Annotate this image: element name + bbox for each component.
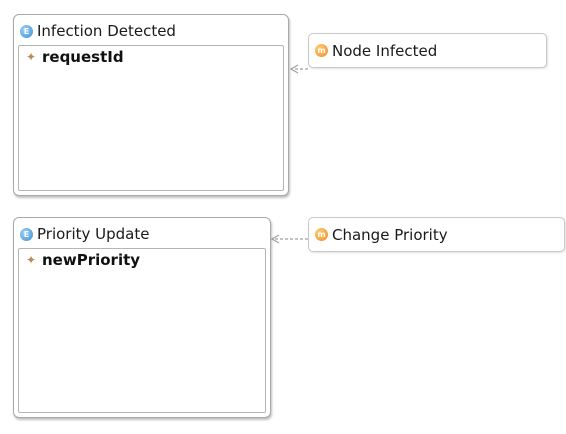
class-title-label: Priority Update <box>37 225 150 243</box>
attribute-row-newpriority[interactable]: ✦ newPriority <box>25 251 140 269</box>
message-title-label: Node Infected <box>332 41 438 60</box>
attribute-panel: ✦ newPriority <box>18 248 266 413</box>
connector-node-infected-to-infection-detected[interactable] <box>289 64 308 74</box>
class-box-priority-update[interactable]: E Priority Update ✦ newPriority <box>13 217 271 418</box>
message-icon: m <box>315 228 328 241</box>
class-title-label: Infection Detected <box>37 22 176 40</box>
message-box-node-infected[interactable]: m Node Infected <box>308 33 547 68</box>
attribute-icon: ✦ <box>25 50 37 64</box>
class-title-infection-detected: E Infection Detected <box>20 22 176 40</box>
entity-icon: E <box>20 227 33 241</box>
attribute-label: requestId <box>42 48 124 66</box>
attribute-panel: ✦ requestId <box>18 45 284 191</box>
message-title-label: Change Priority <box>332 225 448 244</box>
connector-change-priority-to-priority-update[interactable] <box>270 234 308 244</box>
attribute-icon: ✦ <box>25 253 37 267</box>
attribute-label: newPriority <box>42 251 141 269</box>
diagram-canvas: E Infection Detected ✦ requestId m Node … <box>0 0 566 434</box>
message-icon: m <box>315 44 328 57</box>
attribute-row-requestid[interactable]: ✦ requestId <box>25 48 124 66</box>
class-box-infection-detected[interactable]: E Infection Detected ✦ requestId <box>13 14 289 196</box>
message-title-change-priority: m Change Priority <box>315 218 448 251</box>
message-box-change-priority[interactable]: m Change Priority <box>308 217 565 252</box>
class-title-priority-update: E Priority Update <box>20 225 149 243</box>
message-title-node-infected: m Node Infected <box>315 34 437 67</box>
entity-icon: E <box>20 24 33 38</box>
